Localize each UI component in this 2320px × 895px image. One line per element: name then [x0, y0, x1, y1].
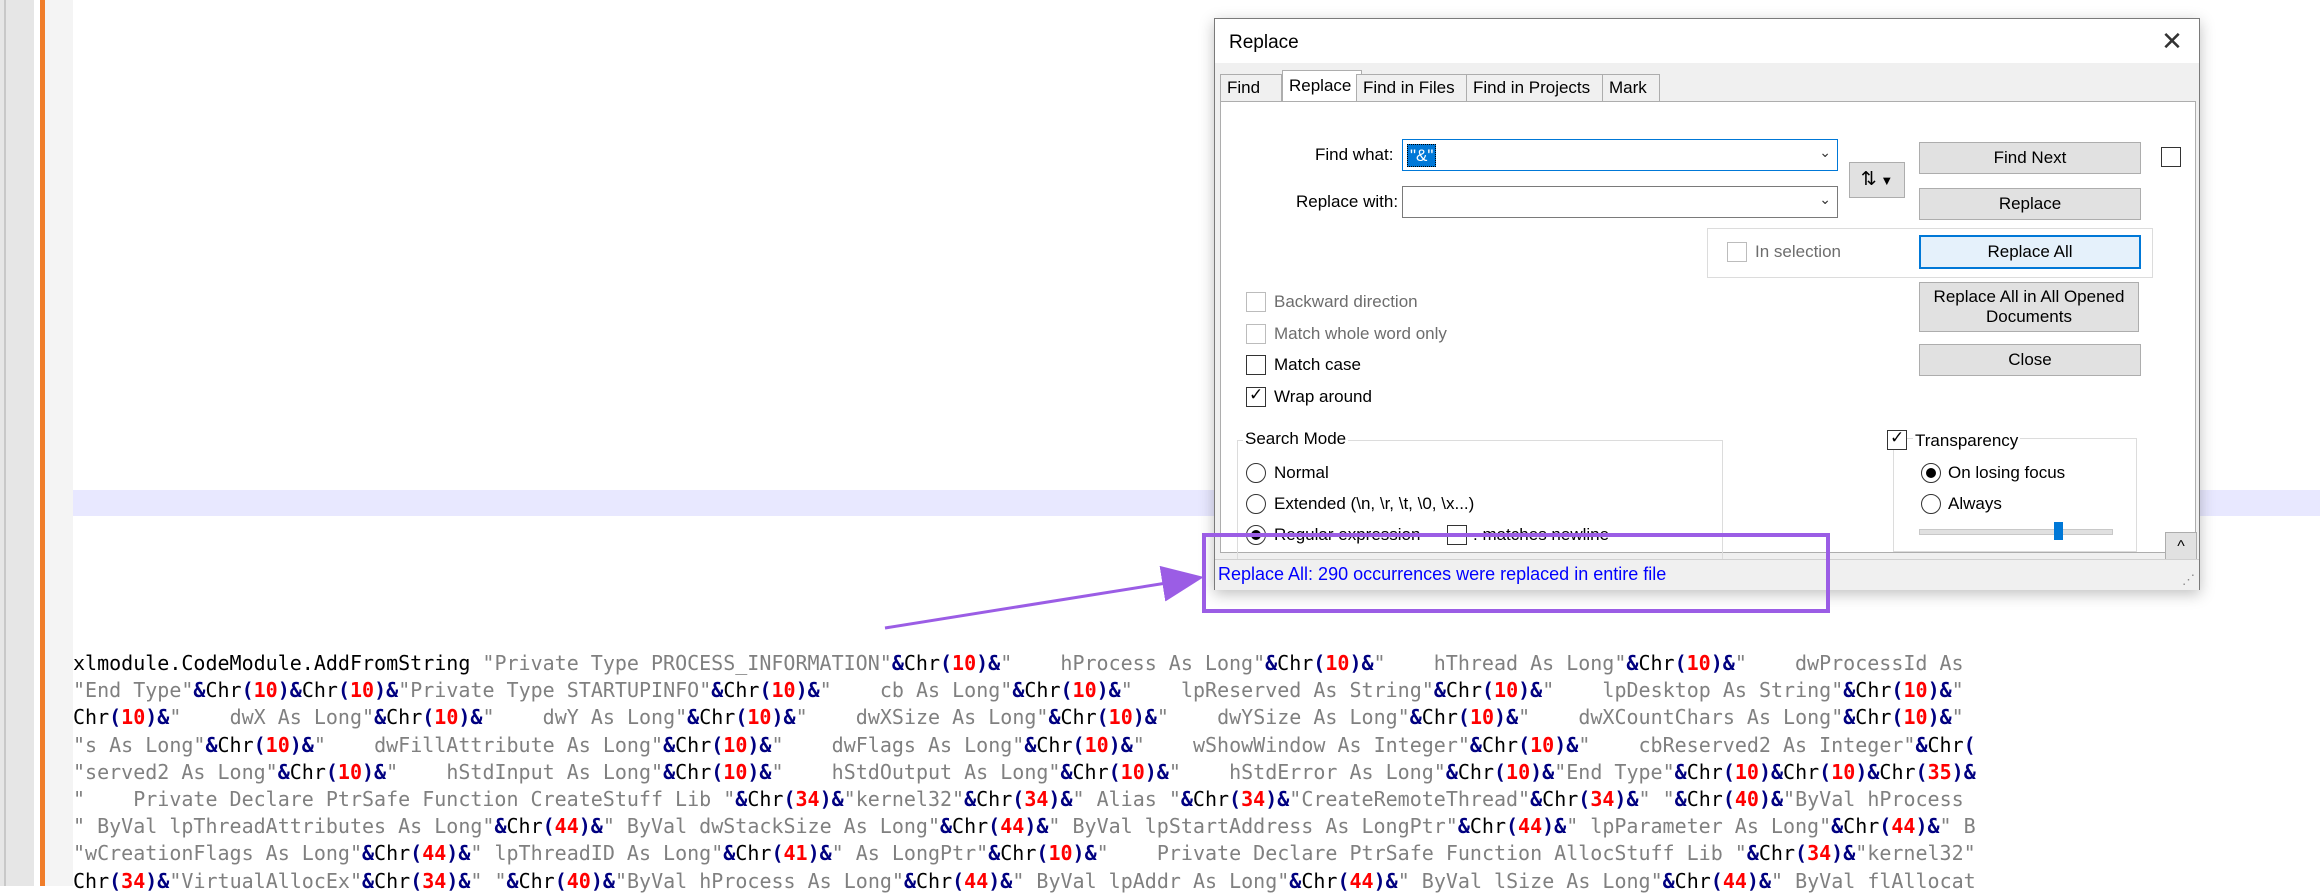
arrow-line [884, 565, 1204, 630]
annotation-arrow [884, 565, 1204, 630]
